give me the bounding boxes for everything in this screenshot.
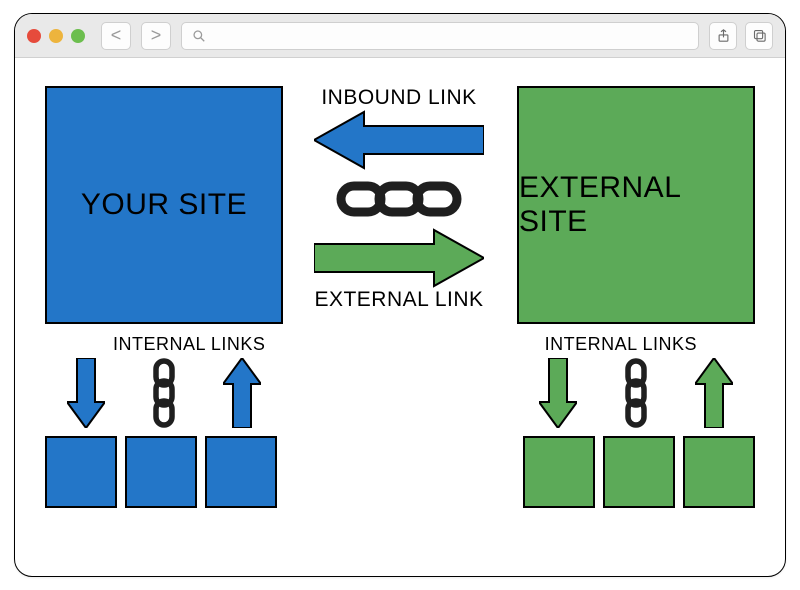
title-bar: < > [15,14,785,58]
your-site-box: YOUR SITE [45,86,283,324]
title-bar-right [709,22,773,50]
share-icon[interactable] [709,22,737,50]
internal-arrows-left [45,356,283,430]
subpage-box [125,436,197,508]
external-site-box: EXTERNAL SITE [517,86,755,324]
back-button[interactable]: < [101,22,131,50]
external-link-label: EXTERNAL LINK [314,288,483,312]
your-site-label: YOUR SITE [81,188,247,222]
search-icon [192,29,206,43]
tabs-icon[interactable] [745,22,773,50]
subpage-box [603,436,675,508]
forward-button[interactable]: > [141,22,171,50]
subpages-left [45,436,277,508]
internal-links-label-right: INTERNAL LINKS [545,334,697,355]
external-arrow-icon [314,228,484,288]
subpage-box [523,436,595,508]
subpage-box [205,436,277,508]
arrow-down-icon [67,358,105,428]
internal-links-label-left: INTERNAL LINKS [113,334,265,355]
window-controls [27,29,85,43]
chain-small-icon [622,358,650,428]
external-site-label: EXTERNAL SITE [519,171,753,239]
diagram-canvas: YOUR SITE EXTERNAL SITE INBOUND LINK [15,58,785,576]
inbound-arrow-icon [314,110,484,170]
link-arrows-column: INBOUND LINK EXTERNAL LINK [303,86,495,312]
zoom-icon[interactable] [71,29,85,43]
browser-window: < > YOUR SITE EXTERNAL SITE INBOUND LINK [14,13,786,577]
url-bar[interactable] [181,22,699,50]
minimize-icon[interactable] [49,29,63,43]
arrow-up-icon [695,358,733,428]
close-icon[interactable] [27,29,41,43]
arrow-up-icon [223,358,261,428]
chain-small-icon [150,358,178,428]
internal-arrows-right [517,356,755,430]
chain-icon [336,174,462,224]
subpage-box [683,436,755,508]
arrow-down-icon [539,358,577,428]
inbound-link-label: INBOUND LINK [321,86,476,110]
subpages-right [523,436,755,508]
subpage-box [45,436,117,508]
